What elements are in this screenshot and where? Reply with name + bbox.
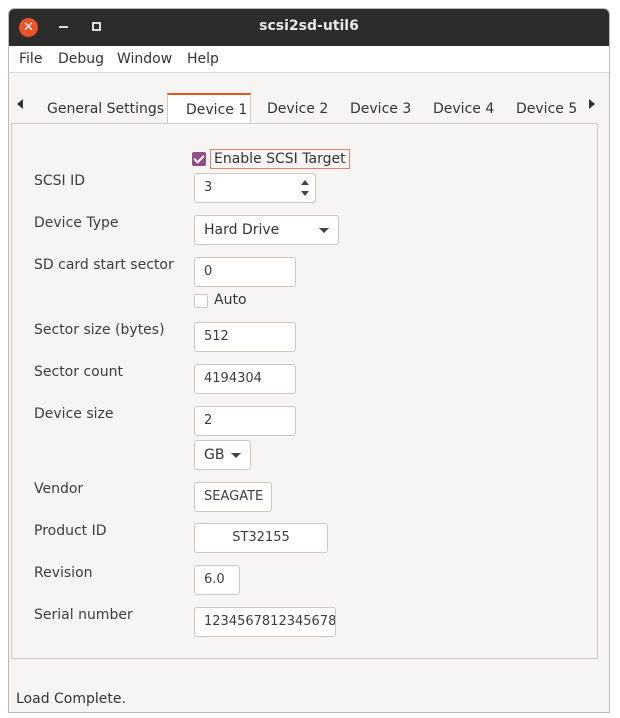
scsi-id-label: SCSI ID: [34, 173, 86, 189]
revision-label: Revision: [34, 565, 93, 581]
vendor-label: Vendor: [34, 481, 84, 497]
status-bar: Load Complete.: [16, 691, 126, 707]
device-type-value: Hard Drive: [204, 222, 280, 238]
sector-size-label: Sector size (bytes): [34, 322, 165, 338]
device-settings-panel: Enable SCSI Target SCSI ID 3 Device Type…: [11, 123, 598, 659]
start-sector-label: SD card start sector: [34, 257, 174, 273]
spin-down-icon[interactable]: [301, 191, 309, 196]
title-bar: ✕ scsi2sd-util6: [9, 9, 609, 46]
tab-general-settings[interactable]: General Settings: [47, 101, 164, 117]
size-unit-dropdown[interactable]: GB: [194, 440, 251, 470]
sector-count-input[interactable]: 4194304: [194, 364, 296, 394]
enable-scsi-target-label[interactable]: Enable SCSI Target: [210, 149, 350, 169]
device-type-label: Device Type: [34, 215, 119, 231]
menu-help[interactable]: Help: [187, 51, 219, 67]
vendor-input[interactable]: SEAGATE: [194, 482, 272, 512]
tab-device-4[interactable]: Device 4: [433, 101, 494, 117]
serial-number-label: Serial number: [34, 607, 133, 623]
scsi-id-spinner[interactable]: 3: [194, 173, 316, 203]
auto-label: Auto: [214, 292, 247, 308]
tab-device-1[interactable]: Device 1: [167, 93, 251, 124]
scsi-id-value: 3: [204, 180, 213, 195]
size-unit-value: GB: [204, 447, 225, 463]
serial-number-input[interactable]: 1234567812345678: [194, 607, 336, 637]
tab-device-5[interactable]: Device 5: [516, 101, 577, 117]
menu-window[interactable]: Window: [117, 51, 172, 67]
tab-scroll-right-icon[interactable]: [589, 99, 595, 109]
spin-up-icon[interactable]: [301, 180, 309, 185]
device-size-input[interactable]: 2: [194, 406, 296, 436]
product-id-input[interactable]: ST32155: [194, 523, 328, 553]
tab-device-3[interactable]: Device 3: [350, 101, 411, 117]
menu-bar: File Debug Window Help: [9, 46, 609, 73]
tab-device-2[interactable]: Device 2: [267, 101, 328, 117]
tab-device-1-label: Device 1: [186, 102, 248, 118]
app-window: ✕ scsi2sd-util6 File Debug Window Help G…: [8, 8, 610, 713]
menu-file[interactable]: File: [19, 51, 42, 67]
revision-input[interactable]: 6.0: [194, 565, 240, 595]
sector-size-input[interactable]: 512: [194, 322, 296, 352]
chevron-down-icon: [231, 453, 241, 458]
device-size-label: Device size: [34, 406, 114, 422]
auto-checkbox[interactable]: [194, 294, 208, 308]
window-title: scsi2sd-util6: [259, 18, 359, 34]
chevron-down-icon: [319, 228, 329, 233]
start-sector-input[interactable]: 0: [194, 257, 296, 287]
product-id-label: Product ID: [34, 523, 107, 539]
tab-scroll-left-icon[interactable]: [17, 99, 23, 109]
sector-count-label: Sector count: [34, 364, 123, 380]
device-type-dropdown[interactable]: Hard Drive: [194, 215, 339, 245]
menu-debug[interactable]: Debug: [58, 51, 104, 67]
enable-scsi-target-checkbox[interactable]: [192, 152, 206, 166]
